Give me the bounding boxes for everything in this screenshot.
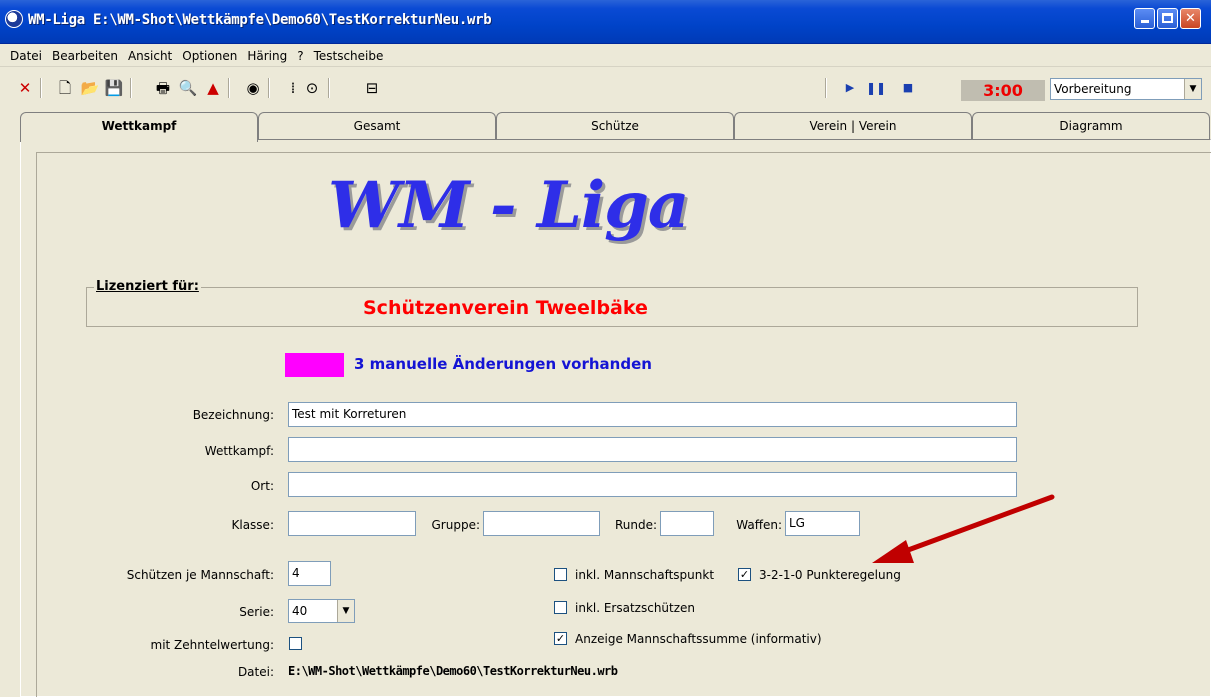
- annotation-arrow-icon: [872, 494, 1055, 563]
- tab-wettkampf[interactable]: Wettkampf: [20, 112, 258, 142]
- app-window: WM-Liga E:\WM-Shot\Wettkämpfe\Demo60\Tes…: [0, 0, 1211, 697]
